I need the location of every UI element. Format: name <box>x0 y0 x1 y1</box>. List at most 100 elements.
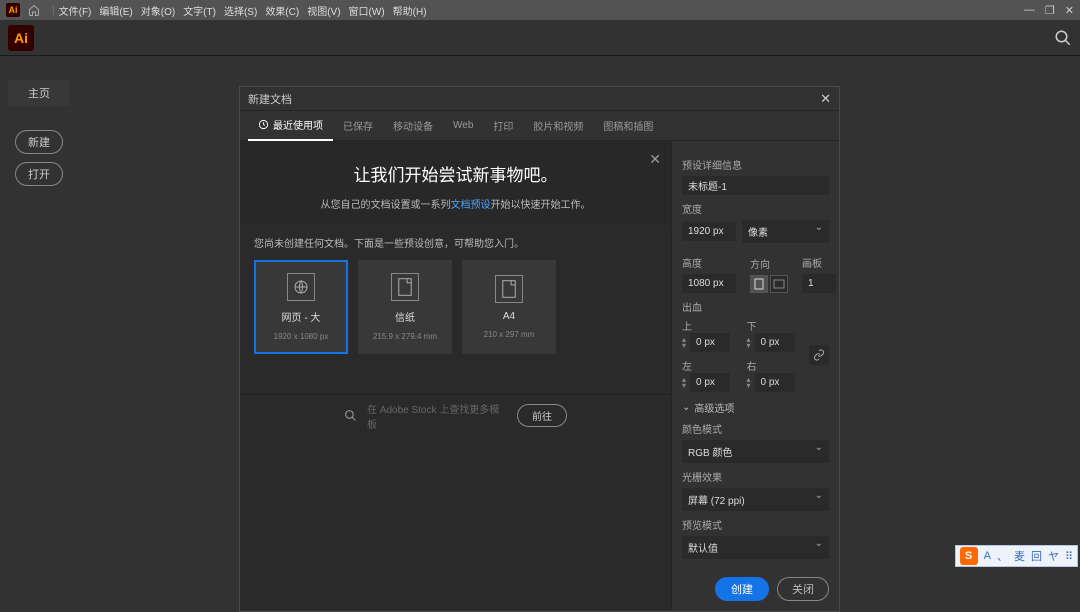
left-panel: 主页 新建 打开 <box>8 80 68 194</box>
stock-placeholder[interactable]: 在 Adobe Stock 上查找更多模板 <box>367 401 507 431</box>
window-controls: — ❐ ✕ <box>1024 4 1074 17</box>
units-dropdown[interactable]: 像素 <box>742 220 829 243</box>
stepper-icon[interactable]: ▴▾ <box>682 337 686 349</box>
close-icon[interactable]: ✕ <box>1065 4 1074 17</box>
bleed-label: 出血 <box>682 299 829 314</box>
orientation-label: 方向 <box>750 256 788 271</box>
app-logo-large-icon: Ai <box>8 25 34 51</box>
bleed-right-input[interactable] <box>755 373 795 392</box>
presets-row: 网页 - 大 1920 x 1080 px 信纸 215.9 x 279.4 m… <box>240 260 671 394</box>
color-mode-label: 颜色模式 <box>682 421 829 436</box>
height-input[interactable] <box>682 274 736 293</box>
minimize-icon[interactable]: — <box>1024 4 1035 17</box>
instruction-text: 您尚未创建任何文档。下面是一些预设创意，可帮助您入门。 <box>240 225 671 260</box>
link-bleed-icon[interactable] <box>809 345 829 365</box>
hero-close-icon[interactable]: ✕ <box>649 151 661 168</box>
bleed-left-label: 左 <box>682 358 737 373</box>
ime-toolbar[interactable]: S A 、 麦 回 ヤ ⠿ <box>955 545 1078 567</box>
ime-mic-icon[interactable]: 麦 <box>1014 548 1025 564</box>
tab-recent[interactable]: 最近使用项 <box>248 111 333 141</box>
bleed-left-input[interactable] <box>690 373 730 392</box>
open-button[interactable]: 打开 <box>15 162 63 186</box>
hero-text: 从您自己的文档设置或一系列文档预设开始以快速开始工作。 <box>264 196 647 211</box>
artboards-label: 画板 <box>802 255 836 270</box>
height-label: 高度 <box>682 255 736 270</box>
ime-item-2[interactable]: 回 <box>1031 548 1042 564</box>
dialog-left: ✕ 让我们开始尝试新事物吧。 从您自己的文档设置或一系列文档预设开始以快速开始工… <box>240 141 671 611</box>
details-header: 预设详细信息 <box>682 157 829 172</box>
ime-item-3[interactable]: ヤ <box>1048 548 1059 564</box>
artboards-input[interactable] <box>802 274 836 293</box>
preview-dropdown[interactable]: 默认值 <box>682 536 829 559</box>
bleed-bottom-label: 下 <box>747 318 802 333</box>
preview-label: 预览模式 <box>682 517 829 532</box>
new-document-dialog: 新建文档 ✕ 最近使用项 已保存 移动设备 Web 打印 胶片和视频 图稿和插图… <box>239 86 840 612</box>
width-input[interactable] <box>682 222 736 241</box>
app-logo-icon: Ai <box>6 3 20 17</box>
dialog-title: 新建文档 <box>248 91 292 107</box>
color-mode-dropdown[interactable]: RGB 颜色 <box>682 440 829 463</box>
menu-effect[interactable]: 效果(C) <box>265 3 299 18</box>
create-button[interactable]: 创建 <box>715 577 769 601</box>
app-toolbar: Ai <box>0 20 1080 56</box>
orientation-portrait-icon[interactable] <box>750 275 768 293</box>
new-button[interactable]: 新建 <box>15 130 63 154</box>
preset-details-panel: 预设详细信息 宽度 像素 高度 方向 <box>671 141 839 611</box>
tab-print[interactable]: 打印 <box>483 111 523 141</box>
menu-edit[interactable]: 编辑(E) <box>99 3 132 18</box>
a4-preset-icon <box>495 275 523 303</box>
search-icon[interactable] <box>1054 29 1072 47</box>
dialog-titlebar: 新建文档 ✕ <box>240 87 839 111</box>
ime-grip-icon[interactable]: ⠿ <box>1065 550 1073 563</box>
tab-saved[interactable]: 已保存 <box>333 111 383 141</box>
letter-preset-icon <box>391 273 419 301</box>
tab-film[interactable]: 胶片和视频 <box>523 111 593 141</box>
web-preset-icon <box>287 273 315 301</box>
bleed-top-input[interactable] <box>690 333 730 352</box>
maximize-icon[interactable]: ❐ <box>1045 4 1055 17</box>
ime-lang[interactable]: A <box>984 550 991 562</box>
raster-label: 光栅效果 <box>682 469 829 484</box>
home-icon[interactable] <box>28 4 40 16</box>
menu-file[interactable]: 文件(F) <box>59 3 92 18</box>
tab-art[interactable]: 图稿和插图 <box>593 111 663 141</box>
bleed-bottom-input[interactable] <box>755 333 795 352</box>
preset-a4[interactable]: A4 210 x 297 mm <box>462 260 556 354</box>
home-tab[interactable]: 主页 <box>8 80 70 106</box>
width-label: 宽度 <box>682 201 829 216</box>
menu-select[interactable]: 选择(S) <box>224 3 257 18</box>
hero-banner: ✕ 让我们开始尝试新事物吧。 从您自己的文档设置或一系列文档预设开始以快速开始工… <box>240 141 671 225</box>
stock-search-bar: 在 Adobe Stock 上查找更多模板 前往 <box>240 394 671 436</box>
orientation-landscape-icon[interactable] <box>770 275 788 293</box>
stepper-icon[interactable]: ▴▾ <box>682 377 686 389</box>
stepper-icon[interactable]: ▴▾ <box>747 377 751 389</box>
dialog-tabs: 最近使用项 已保存 移动设备 Web 打印 胶片和视频 图稿和插图 <box>240 111 839 141</box>
ime-item-0[interactable]: 、 <box>997 548 1008 564</box>
raster-dropdown[interactable]: 屏幕 (72 ppi) <box>682 488 829 511</box>
preset-letter[interactable]: 信纸 215.9 x 279.4 mm <box>358 260 452 354</box>
hero-title: 让我们开始尝试新事物吧。 <box>264 161 647 186</box>
menu-object[interactable]: 对象(O) <box>141 3 175 18</box>
chevron-down-icon: ⌄ <box>682 402 690 413</box>
advanced-toggle[interactable]: ⌄ 高级选项 <box>682 400 829 415</box>
stepper-icon[interactable]: ▴▾ <box>747 337 751 349</box>
tab-mobile[interactable]: 移动设备 <box>383 111 443 141</box>
bleed-top-label: 上 <box>682 318 737 333</box>
hero-link[interactable]: 文档预设 <box>451 200 491 211</box>
menu-view[interactable]: 视图(V) <box>307 3 340 18</box>
menubar: Ai | 文件(F) 编辑(E) 对象(O) 文字(T) 选择(S) 效果(C)… <box>0 0 1080 20</box>
menu-help[interactable]: 帮助(H) <box>393 3 427 18</box>
menu-window[interactable]: 窗口(W) <box>349 3 385 18</box>
dialog-close-icon[interactable]: ✕ <box>820 91 831 107</box>
tab-recent-label: 最近使用项 <box>273 117 323 132</box>
doc-name-input[interactable] <box>682 176 829 195</box>
bleed-right-label: 右 <box>747 358 802 373</box>
close-button[interactable]: 关闭 <box>777 577 829 601</box>
tab-web[interactable]: Web <box>443 111 483 141</box>
ime-logo-icon[interactable]: S <box>960 547 978 565</box>
stock-search-icon[interactable] <box>344 409 357 422</box>
preset-web-large[interactable]: 网页 - 大 1920 x 1080 px <box>254 260 348 354</box>
go-button[interactable]: 前往 <box>517 404 567 427</box>
divider: | <box>52 5 55 16</box>
menu-type[interactable]: 文字(T) <box>183 3 216 18</box>
